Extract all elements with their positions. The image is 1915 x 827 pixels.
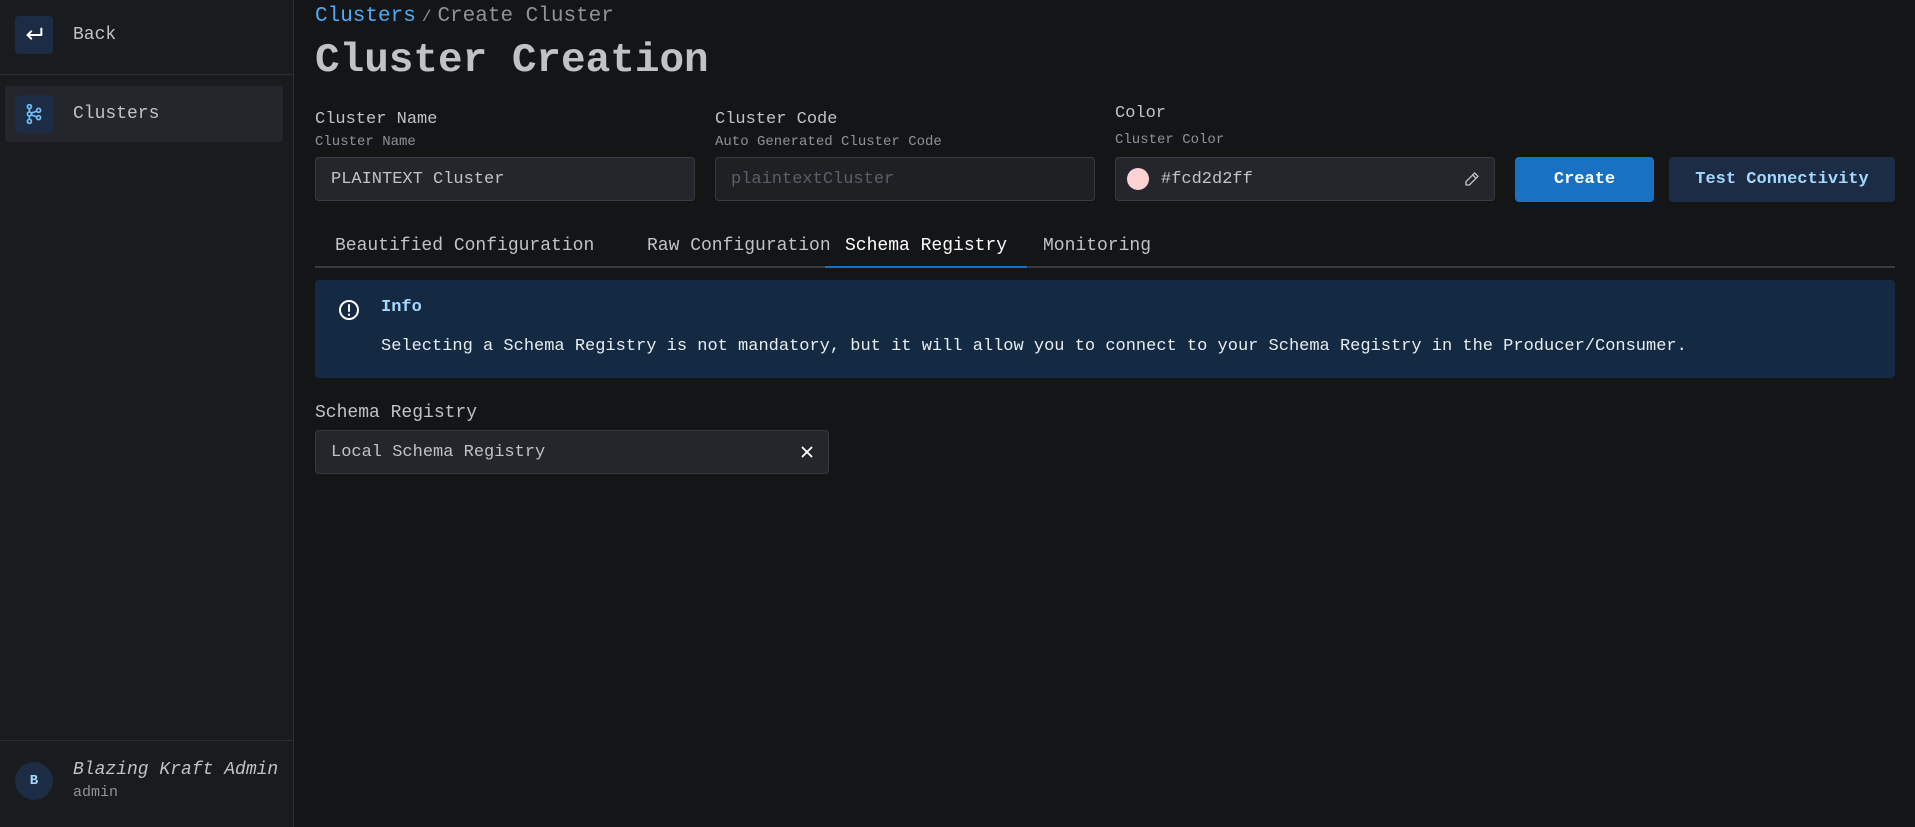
- tab-monitoring[interactable]: Monitoring: [1023, 225, 1171, 266]
- sidebar-footer-divider: [0, 740, 294, 741]
- breadcrumb: Clusters / Create Cluster: [315, 5, 614, 28]
- sidebar-divider: [0, 74, 294, 75]
- info-circle-icon: [337, 298, 361, 327]
- color-field: Color Cluster Color #fcd2d2ff: [1115, 104, 1495, 201]
- cluster-name-input[interactable]: PLAINTEXT Cluster: [315, 157, 695, 201]
- color-value: #fcd2d2ff: [1161, 169, 1253, 189]
- back-arrow-icon: [15, 16, 53, 54]
- cluster-code-input[interactable]: plaintextCluster: [715, 157, 1095, 201]
- back-button[interactable]: Back: [5, 7, 283, 63]
- alert-title: Info: [381, 298, 422, 317]
- sidebar-item-clusters[interactable]: Clusters: [5, 86, 283, 142]
- tab-raw-configuration[interactable]: Raw Configuration: [627, 225, 851, 266]
- color-swatch[interactable]: [1127, 168, 1149, 190]
- schema-registry-label: Schema Registry: [315, 403, 478, 423]
- cluster-name-field: Cluster Name Cluster Name PLAINTEXT Clus…: [315, 110, 695, 201]
- avatar: B: [15, 761, 53, 800]
- breadcrumb-current: Create Cluster: [437, 5, 614, 28]
- clusters-icon: [15, 95, 53, 133]
- cluster-code-field: Cluster Code Auto Generated Cluster Code…: [715, 110, 1095, 201]
- user-role: admin: [73, 784, 119, 801]
- config-tabs: Beautified Configuration Raw Configurati…: [315, 225, 1895, 268]
- schema-registry-select[interactable]: Local Schema Registry: [315, 430, 829, 474]
- back-label: Back: [73, 25, 117, 45]
- breadcrumb-separator: /: [421, 8, 432, 26]
- alert-text: Selecting a Schema Registry is not manda…: [381, 337, 1687, 356]
- cluster-name-description: Cluster Name: [315, 134, 416, 150]
- color-description: Cluster Color: [1115, 132, 1225, 148]
- test-connectivity-button[interactable]: Test Connectivity: [1669, 157, 1895, 202]
- sidebar: Back Clusters B Blazing Kraft Admin admi…: [0, 0, 294, 827]
- close-icon[interactable]: [798, 443, 816, 467]
- page-title: Cluster Creation: [315, 38, 709, 84]
- user-profile[interactable]: B Blazing Kraft Admin admin: [15, 760, 278, 801]
- tab-beautified-configuration[interactable]: Beautified Configuration: [315, 225, 614, 266]
- info-alert: Info Selecting a Schema Registry is not …: [315, 280, 1895, 378]
- user-name: Blazing Kraft Admin: [73, 760, 279, 780]
- cluster-code-label: Cluster Code: [715, 110, 838, 129]
- cluster-code-description: Auto Generated Cluster Code: [715, 134, 942, 150]
- sidebar-item-label: Clusters: [73, 104, 160, 124]
- color-label: Color: [1115, 104, 1167, 123]
- cluster-name-label: Cluster Name: [315, 110, 438, 129]
- color-input[interactable]: #fcd2d2ff: [1115, 157, 1495, 201]
- create-button[interactable]: Create: [1515, 157, 1654, 202]
- breadcrumb-link-clusters[interactable]: Clusters: [315, 5, 416, 28]
- tab-schema-registry[interactable]: Schema Registry: [825, 225, 1028, 268]
- schema-registry-value: Local Schema Registry: [331, 442, 546, 462]
- pencil-icon[interactable]: [1464, 171, 1480, 193]
